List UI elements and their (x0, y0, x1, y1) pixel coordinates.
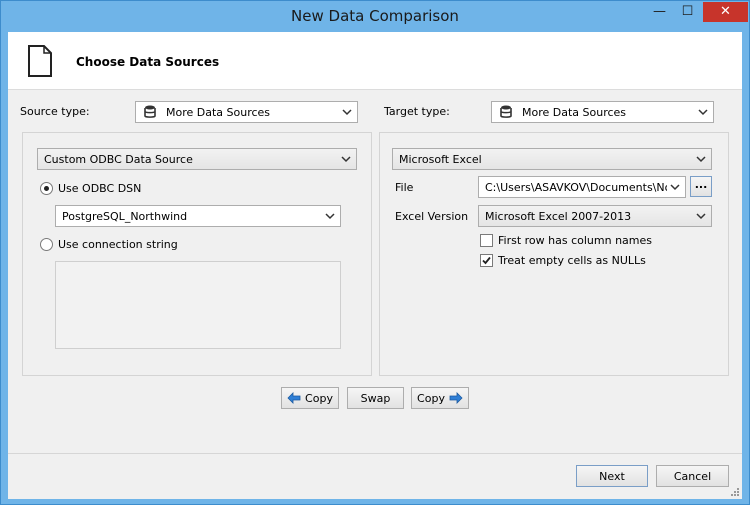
cancel-button[interactable]: Cancel (656, 465, 729, 487)
database-icon (500, 105, 512, 118)
chevron-down-icon (325, 213, 335, 220)
treat-empty-nulls-checkbox[interactable] (480, 254, 493, 267)
target-type-label: Target type: (384, 105, 450, 118)
dialog-window: New Data Comparison — ☐ ✕ Choose Data So… (0, 0, 750, 505)
wizard-header: Choose Data Sources (8, 32, 742, 90)
next-label: Next (599, 469, 625, 483)
chevron-down-icon (341, 156, 351, 163)
use-connection-string-label[interactable]: Use connection string (58, 238, 178, 251)
excel-version-value: Microsoft Excel 2007-2013 (485, 209, 632, 223)
target-provider-value: Microsoft Excel (399, 152, 482, 166)
resize-grip-icon[interactable] (730, 487, 740, 497)
swap-button[interactable]: Swap (347, 387, 404, 409)
chevron-down-icon (696, 213, 706, 220)
source-type-value: More Data Sources (166, 105, 271, 119)
page-title: Choose Data Sources (76, 55, 220, 69)
file-path-combo[interactable]: C:\Users\ASAVKOV\Documents\Northw (478, 176, 686, 198)
copy-left-label: Copy (305, 391, 333, 405)
chevron-down-icon (670, 184, 680, 191)
chevron-down-icon (342, 109, 352, 116)
first-row-names-label[interactable]: First row has column names (498, 234, 652, 247)
maximize-button[interactable]: ☐ (674, 2, 701, 22)
dialog-client-area: Choose Data Sources Source type: More Da… (8, 32, 742, 499)
close-button[interactable]: ✕ (703, 2, 748, 22)
target-panel: Microsoft Excel File C:\Users\ASAVKOV\Do… (379, 132, 729, 376)
copy-right-label: Copy (417, 391, 445, 405)
excel-version-dropdown[interactable]: Microsoft Excel 2007-2013 (478, 205, 712, 227)
source-provider-dropdown[interactable]: Custom ODBC Data Source (37, 148, 357, 170)
window-title: New Data Comparison (291, 7, 459, 25)
target-type-dropdown[interactable]: More Data Sources (491, 101, 714, 123)
file-path-value: C:\Users\ASAVKOV\Documents\Northw (485, 180, 667, 194)
source-provider-value: Custom ODBC Data Source (44, 152, 193, 166)
copy-to-source-button[interactable]: Copy (281, 387, 339, 409)
cancel-label: Cancel (673, 469, 712, 483)
database-icon (144, 105, 156, 118)
arrow-left-icon (287, 392, 301, 404)
chevron-down-icon (698, 109, 708, 116)
source-panel: Custom ODBC Data Source Use ODBC DSN Pos… (22, 132, 372, 376)
next-button[interactable]: Next (576, 465, 648, 487)
use-connection-string-radio[interactable] (40, 238, 53, 251)
minimize-button[interactable]: — (646, 2, 673, 22)
checkmark-icon (482, 256, 491, 265)
swap-label: Swap (360, 391, 391, 405)
title-bar[interactable]: New Data Comparison — ☐ ✕ (1, 1, 749, 32)
use-odbc-dsn-radio[interactable] (40, 182, 53, 195)
file-label: File (395, 181, 414, 194)
excel-version-label: Excel Version (395, 210, 469, 223)
radio-selected-dot (44, 186, 49, 191)
target-type-value: More Data Sources (522, 105, 627, 119)
first-row-names-checkbox[interactable] (480, 234, 493, 247)
browse-file-button[interactable]: ... (690, 176, 712, 197)
source-type-label: Source type: (20, 105, 90, 118)
footer-divider (8, 453, 742, 454)
chevron-down-icon (696, 156, 706, 163)
arrow-right-icon (449, 392, 463, 404)
connection-string-textarea[interactable] (55, 261, 341, 349)
treat-empty-nulls-label[interactable]: Treat empty cells as NULLs (498, 254, 646, 267)
document-icon (28, 45, 52, 77)
use-odbc-dsn-label[interactable]: Use ODBC DSN (58, 182, 141, 195)
dsn-dropdown[interactable]: PostgreSQL_Northwind (55, 205, 341, 227)
copy-to-target-button[interactable]: Copy (411, 387, 469, 409)
source-type-dropdown[interactable]: More Data Sources (135, 101, 358, 123)
dsn-value: PostgreSQL_Northwind (62, 209, 188, 223)
target-provider-dropdown[interactable]: Microsoft Excel (392, 148, 712, 170)
